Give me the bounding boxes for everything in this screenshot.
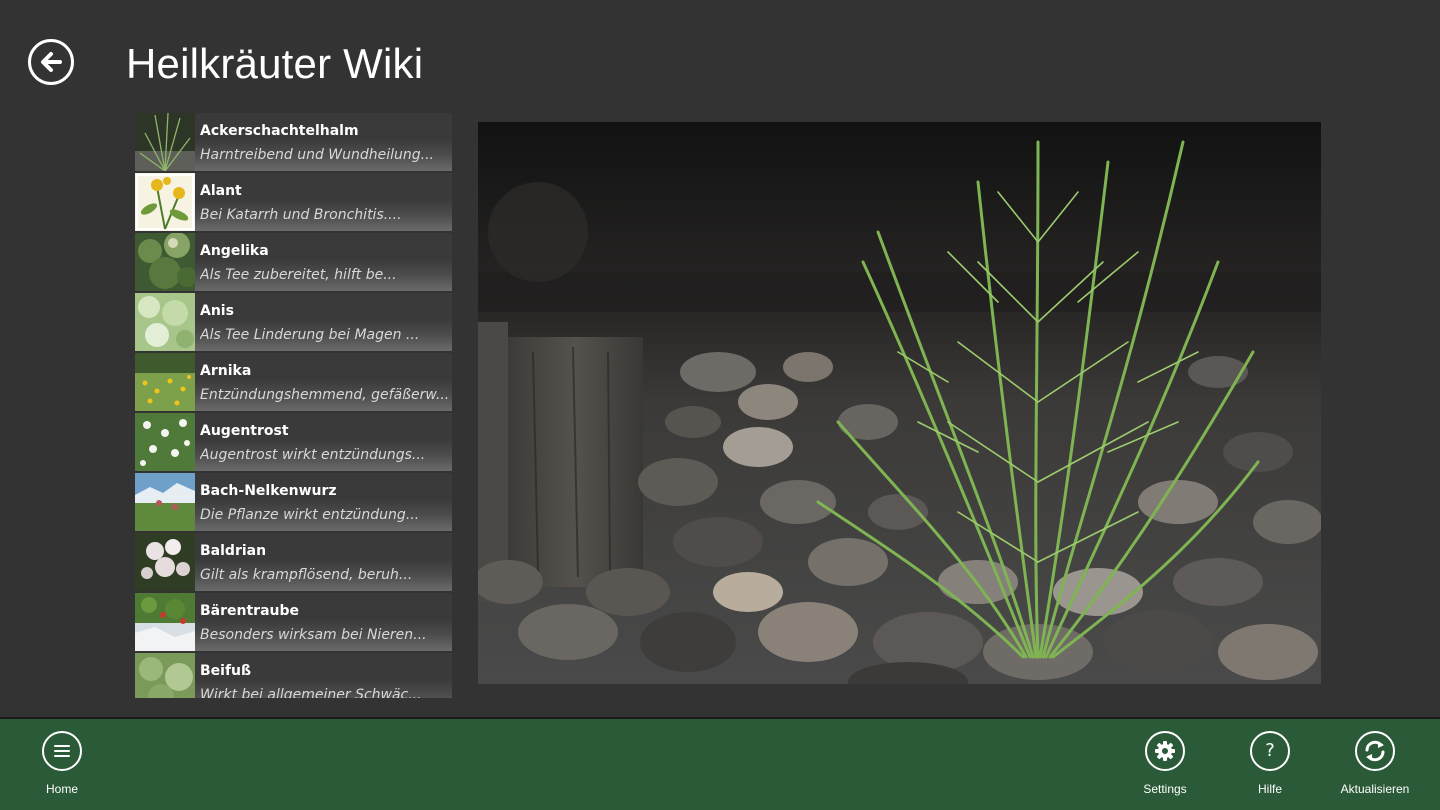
herb-thumbnail (135, 233, 195, 291)
herb-description: Augentrost wirkt entzündungs... (200, 447, 426, 463)
app-window: Heilkräuter Wiki Ackerschachtelhalm Harn… (0, 0, 1440, 810)
herb-name: Alant (200, 183, 242, 199)
herb-description: Bei Katarrh und Bronchitis.... (200, 207, 402, 223)
herb-text: Bach-Nelkenwurz Die Pflanze wirkt entzün… (195, 473, 452, 531)
refresh-button[interactable]: Aktualisieren (1325, 731, 1425, 810)
herb-description: Gilt als krampflösend, beruh... (200, 567, 413, 583)
herb-item-anis[interactable]: Anis Als Tee Linderung bei Magen ... (135, 293, 452, 351)
herb-thumbnail (135, 173, 195, 231)
herb-item-beifuss[interactable]: Beifuß Wirkt bei allgemeiner Schwäc... (135, 653, 452, 698)
herb-description: Entzündungshemmend, gefäßerw... (200, 387, 450, 403)
herb-name: Bärentraube (200, 603, 300, 619)
herb-text: Baldrian Gilt als krampflösend, beruh... (195, 533, 452, 591)
back-arrow-icon (41, 52, 62, 72)
herb-text: Ackerschachtelhalm Harntreibend und Wund… (195, 113, 452, 171)
herb-text: Augentrost Augentrost wirkt entzündungs.… (195, 413, 452, 471)
page-title: Heilkräuter Wiki (126, 40, 424, 87)
home-button[interactable]: Home (12, 731, 112, 810)
refresh-icon (1355, 731, 1395, 771)
herb-detail-image (478, 122, 1321, 684)
herb-name: Arnika (200, 363, 252, 379)
herb-item-arnika[interactable]: Arnika Entzündungshemmend, gefäßerw... (135, 353, 452, 411)
herb-description: Wirkt bei allgemeiner Schwäc... (200, 687, 422, 698)
herb-thumbnail (135, 293, 195, 351)
herb-item-angelika[interactable]: Angelika Als Tee zubereitet, hilft be... (135, 233, 452, 291)
herb-description: Die Pflanze wirkt entzündung... (200, 507, 420, 523)
herb-thumbnail (135, 413, 195, 471)
herb-text: Angelika Als Tee zubereitet, hilft be... (195, 233, 452, 291)
herb-thumbnail (135, 653, 195, 698)
herb-item-baerentraube[interactable]: Bärentraube Besonders wirksam bei Nieren… (135, 593, 452, 651)
settings-label: Settings (1143, 782, 1187, 796)
herb-item-augentrost[interactable]: Augentrost Augentrost wirkt entzündungs.… (135, 413, 452, 471)
herb-item-ackerschachtelhalm[interactable]: Ackerschachtelhalm Harntreibend und Wund… (135, 113, 452, 171)
herb-item-baldrian[interactable]: Baldrian Gilt als krampflösend, beruh... (135, 533, 452, 591)
help-label: Hilfe (1257, 782, 1282, 796)
herb-name: Bach-Nelkenwurz (200, 483, 337, 499)
herb-thumbnail (135, 533, 195, 591)
settings-button[interactable]: Settings (1115, 731, 1215, 810)
home-label: Home (45, 782, 78, 796)
herb-thumbnail (135, 473, 195, 531)
help-button[interactable]: ? Hilfe (1220, 731, 1320, 810)
herb-description: Als Tee Linderung bei Magen ... (200, 327, 420, 343)
herb-list[interactable]: Ackerschachtelhalm Harntreibend und Wund… (135, 113, 452, 698)
herb-thumbnail (135, 353, 195, 411)
herb-text: Bärentraube Besonders wirksam bei Nieren… (195, 593, 452, 651)
bottom-app-bar: Home Settings ? Hilfe Aktualisieren (0, 717, 1440, 810)
back-button[interactable] (28, 39, 74, 85)
herb-item-bach-nelkenwurz[interactable]: Bach-Nelkenwurz Die Pflanze wirkt entzün… (135, 473, 452, 531)
refresh-label: Aktualisieren (1340, 782, 1410, 796)
herb-text: Beifuß Wirkt bei allgemeiner Schwäc... (195, 653, 452, 698)
herb-text: Alant Bei Katarrh und Bronchitis.... (195, 173, 452, 231)
herb-name: Angelika (200, 243, 269, 259)
gear-icon (1145, 731, 1185, 771)
herb-name: Baldrian (200, 543, 267, 559)
herb-name: Beifuß (200, 663, 252, 679)
herb-description: Harntreibend und Wundheilung... (200, 147, 435, 163)
help-icon: ? (1250, 731, 1290, 771)
menu-icon (42, 731, 82, 771)
herb-name: Augentrost (200, 423, 289, 439)
herb-thumbnail (135, 113, 195, 171)
herb-item-alant[interactable]: Alant Bei Katarrh und Bronchitis.... (135, 173, 452, 231)
herb-description: Als Tee zubereitet, hilft be... (200, 267, 397, 283)
herb-name: Anis (200, 303, 234, 319)
herb-description: Besonders wirksam bei Nieren... (200, 627, 427, 643)
herb-name: Ackerschachtelhalm (200, 123, 359, 139)
herb-text: Arnika Entzündungshemmend, gefäßerw... (195, 353, 452, 411)
herb-text: Anis Als Tee Linderung bei Magen ... (195, 293, 452, 351)
herb-thumbnail (135, 593, 195, 651)
